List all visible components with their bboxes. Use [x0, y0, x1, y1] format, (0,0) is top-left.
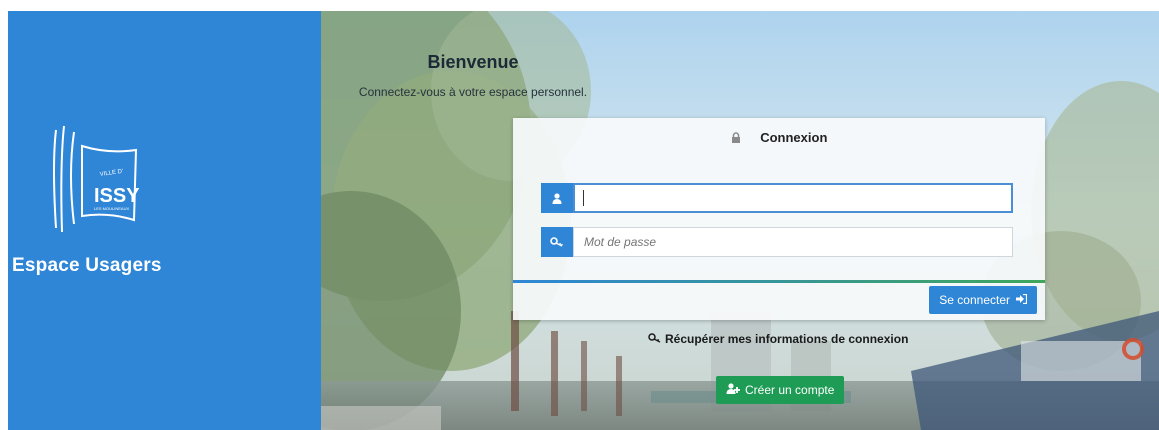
key-icon — [541, 227, 573, 257]
create-account-button[interactable]: Créer un compte — [716, 376, 845, 404]
key-icon — [648, 332, 661, 346]
login-card: Connexion Se connecter — [513, 118, 1045, 320]
login-button[interactable]: Se connecter — [929, 286, 1037, 314]
sidebar: VILLE D' ISSY LES MOULINEAUX Espace Usag… — [8, 11, 321, 430]
login-card-header: Connexion — [513, 118, 1045, 156]
page-frame: VILLE D' ISSY LES MOULINEAUX Espace Usag… — [8, 11, 1159, 430]
recover-label: Récupérer mes informations de connexion — [665, 332, 909, 346]
brand-title: Espace Usagers — [12, 255, 162, 276]
create-account-label: Créer un compte — [745, 383, 835, 397]
card-divider — [513, 280, 1045, 283]
recover-credentials-link[interactable]: Récupérer mes informations de connexion — [648, 332, 908, 346]
login-button-label: Se connecter — [939, 293, 1010, 307]
add-user-icon — [726, 383, 740, 397]
password-field — [541, 227, 1015, 257]
issy-logo: VILLE D' ISSY LES MOULINEAUX — [53, 125, 140, 233]
svg-text:ISSY: ISSY — [94, 185, 140, 207]
password-input[interactable] — [573, 227, 1013, 257]
username-field — [541, 183, 1015, 213]
welcome-subtitle: Connectez-vous à votre espace personnel. — [358, 85, 588, 99]
username-input[interactable] — [573, 183, 1013, 213]
sign-in-icon — [1016, 293, 1028, 307]
welcome-title: Bienvenue — [427, 52, 519, 72]
lock-icon — [731, 119, 741, 159]
text-cursor — [583, 190, 584, 206]
svg-text:LES MOULINEAUX: LES MOULINEAUX — [94, 206, 129, 211]
login-card-title: Connexion — [760, 130, 828, 145]
svg-text:VILLE D': VILLE D' — [99, 169, 123, 178]
user-icon — [541, 183, 573, 213]
